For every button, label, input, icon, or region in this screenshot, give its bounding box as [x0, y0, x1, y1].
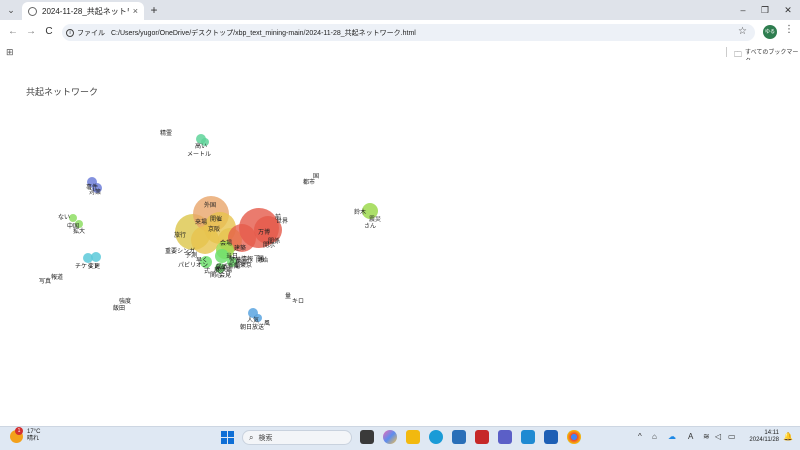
network-drive-icon[interactable]: ⌂	[652, 432, 657, 441]
sun-icon: 1	[10, 426, 23, 443]
wifi-icon[interactable]: ≋	[703, 432, 710, 441]
mcafee-icon[interactable]	[475, 430, 489, 444]
back-button[interactable]: ←	[6, 25, 20, 39]
copilot-icon[interactable]	[383, 430, 397, 444]
notification-badge: 1	[15, 426, 23, 435]
active-tab[interactable]: 2024-11-28_共起ネットワーク.html ×	[22, 2, 144, 20]
menu-icon[interactable]: ⋮	[784, 24, 794, 35]
address-chip[interactable]: ファイル	[77, 28, 105, 38]
taskbar-search[interactable]: ⌕ 検索	[242, 430, 352, 445]
volume-icon[interactable]: ◁	[715, 432, 721, 441]
info-icon[interactable]: i	[66, 28, 74, 37]
battery-icon[interactable]: ▭	[728, 432, 736, 441]
tray-chevron-icon[interactable]: ^	[638, 432, 642, 441]
search-placeholder: 検索	[258, 434, 273, 442]
restore-button[interactable]: ❐	[755, 2, 775, 18]
onedrive-icon[interactable]: ☁	[668, 432, 676, 441]
search-icon: ⌕	[249, 432, 254, 442]
tab-list-button[interactable]: ⌄	[5, 4, 17, 16]
bookmarks-bar	[0, 44, 800, 60]
page-title: 共起ネットワーク	[26, 87, 99, 97]
edge-icon[interactable]	[429, 430, 443, 444]
store-icon[interactable]	[452, 430, 466, 444]
address-bar[interactable]: i ファイル C:/Users/yugor/OneDrive/デスクトップ/xb…	[62, 24, 755, 41]
clock-time: 14:11	[764, 430, 779, 436]
start-button[interactable]	[221, 431, 234, 444]
weather-widget[interactable]: 1 17°C 晴れ	[10, 426, 41, 443]
windows-taskbar	[0, 426, 800, 450]
tab-title: 2024-11-28_共起ネットワーク.html	[42, 6, 129, 16]
profile-avatar[interactable]: ゆる	[763, 25, 777, 39]
close-window-button[interactable]: ✕	[778, 2, 798, 18]
clock[interactable]: 14:11 2024/11/28	[745, 430, 779, 444]
page-content	[0, 60, 800, 426]
url-text[interactable]: C:/Users/yugor/OneDrive/デスクトップ/xbp_text_…	[111, 28, 416, 38]
bookmark-divider	[726, 47, 727, 57]
forward-button[interactable]: →	[24, 25, 38, 39]
temperature: 17°C	[27, 429, 41, 435]
bookmark-star-icon[interactable]: ☆	[738, 26, 747, 37]
outlook-icon[interactable]	[544, 430, 558, 444]
tab-close-icon[interactable]: ×	[133, 6, 138, 16]
weather-condition: 晴れ	[27, 436, 40, 442]
new-tab-button[interactable]: +	[148, 3, 160, 17]
chrome-icon[interactable]	[567, 430, 581, 444]
apps-grid-icon[interactable]: ⊞	[6, 47, 14, 58]
minimize-button[interactable]: –	[733, 2, 753, 18]
task-view-icon[interactable]	[360, 430, 374, 444]
clock-date: 2024/11/28	[749, 437, 779, 443]
file-explorer-icon[interactable]	[406, 430, 420, 444]
reload-button[interactable]: C	[42, 25, 56, 39]
notification-bell-icon[interactable]: 🔔	[783, 432, 793, 441]
ime-indicator[interactable]: A	[688, 432, 693, 441]
teams-icon[interactable]	[498, 430, 512, 444]
globe-icon	[28, 6, 37, 16]
vscode-icon[interactable]	[521, 430, 535, 444]
tab-strip: ⌄ 2024-11-28_共起ネットワーク.html × + – ❐ ✕	[0, 0, 800, 20]
